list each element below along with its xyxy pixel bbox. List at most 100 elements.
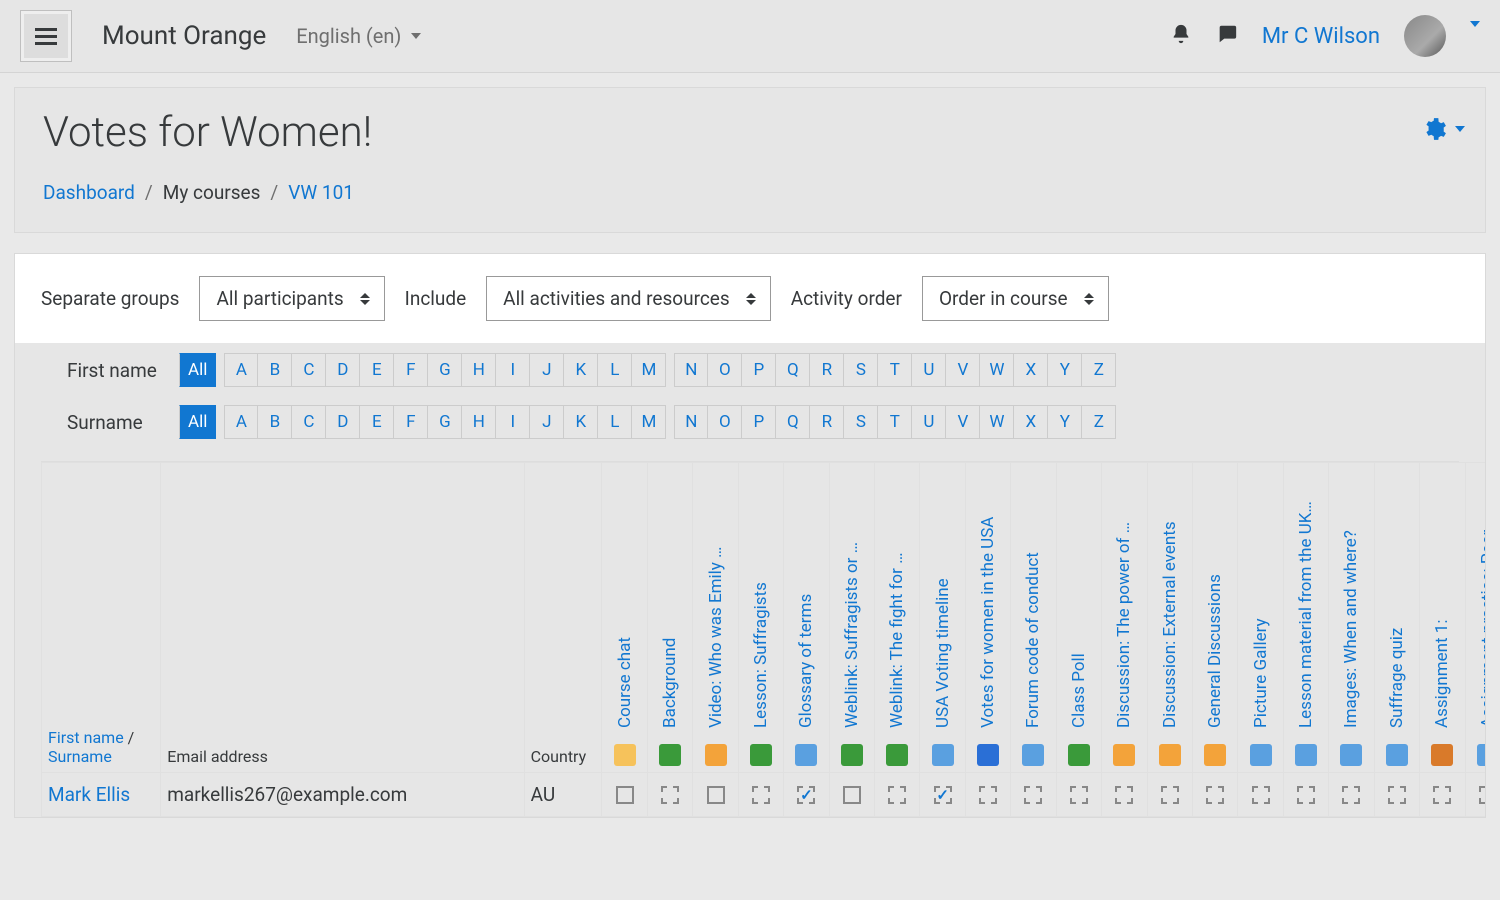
letter-J[interactable]: J — [530, 405, 564, 439]
completion-checkbox[interactable] — [1206, 786, 1224, 804]
letter-E[interactable]: E — [360, 353, 394, 387]
site-brand[interactable]: Mount Orange — [102, 21, 266, 51]
settings-gear-button[interactable] — [1421, 116, 1465, 142]
activity-link[interactable]: Background — [660, 638, 680, 728]
letter-F[interactable]: F — [394, 353, 428, 387]
letter-U[interactable]: U — [912, 405, 946, 439]
letter-M[interactable]: M — [632, 405, 666, 439]
breadcrumb-dashboard[interactable]: Dashboard — [43, 181, 135, 204]
completion-checkbox[interactable] — [1433, 786, 1451, 804]
letter-Z[interactable]: Z — [1082, 405, 1116, 439]
letter-W[interactable]: W — [980, 353, 1014, 387]
sort-firstname[interactable]: First name — [48, 728, 124, 747]
activity-link[interactable]: Votes for women in the USA — [978, 517, 998, 728]
completion-checkbox[interactable] — [1252, 786, 1270, 804]
activity-link[interactable]: Assignment 1: — [1432, 620, 1452, 728]
letter-C[interactable]: C — [292, 353, 326, 387]
sort-surname[interactable]: Surname — [48, 747, 112, 766]
letter-P[interactable]: P — [742, 405, 776, 439]
completion-checkbox[interactable] — [1024, 786, 1042, 804]
activity-link[interactable]: Weblink: The fight for … — [887, 553, 907, 728]
letter-G[interactable]: G — [428, 405, 462, 439]
letter-Q[interactable]: Q — [776, 353, 810, 387]
order-select[interactable]: Order in course — [922, 276, 1109, 321]
completion-checkbox[interactable] — [707, 786, 725, 804]
letter-T[interactable]: T — [878, 405, 912, 439]
completion-checkbox[interactable] — [1479, 786, 1485, 804]
letter-B[interactable]: B — [258, 405, 292, 439]
activity-link[interactable]: Discussion: The power of … — [1114, 522, 1134, 728]
completion-checkbox[interactable] — [934, 786, 952, 804]
letter-S[interactable]: S — [844, 353, 878, 387]
completion-checkbox[interactable] — [1342, 786, 1360, 804]
letter-H[interactable]: H — [462, 353, 496, 387]
activity-link[interactable]: Glossary of terms — [796, 594, 816, 728]
letter-M[interactable]: M — [632, 353, 666, 387]
completion-checkbox[interactable] — [1115, 786, 1133, 804]
letter-V[interactable]: V — [946, 353, 980, 387]
letter-V[interactable]: V — [946, 405, 980, 439]
letter-U[interactable]: U — [912, 353, 946, 387]
completion-checkbox[interactable] — [1161, 786, 1179, 804]
activity-link[interactable]: Assignment practice: Peer … — [1478, 514, 1485, 728]
letter-R[interactable]: R — [810, 353, 844, 387]
letter-O[interactable]: O — [708, 405, 742, 439]
activity-link[interactable]: Images: When and where? — [1341, 530, 1361, 728]
letter-H[interactable]: H — [462, 405, 496, 439]
letter-I[interactable]: I — [496, 405, 530, 439]
letter-K[interactable]: K — [564, 405, 598, 439]
completion-checkbox[interactable] — [843, 786, 861, 804]
completion-checkbox[interactable] — [797, 786, 815, 804]
letter-K[interactable]: K — [564, 353, 598, 387]
messages-icon[interactable] — [1216, 23, 1238, 49]
letter-D[interactable]: D — [326, 405, 360, 439]
letter-B[interactable]: B — [258, 353, 292, 387]
activity-link[interactable]: Video: Who was Emily … — [706, 547, 726, 728]
letter-X[interactable]: X — [1014, 353, 1048, 387]
activity-link[interactable]: Class Poll — [1069, 653, 1089, 728]
letter-J[interactable]: J — [530, 353, 564, 387]
groups-select[interactable]: All participants — [199, 276, 384, 321]
letter-A[interactable]: A — [224, 353, 258, 387]
activity-link[interactable]: Discussion: External events — [1160, 521, 1180, 728]
letter-C[interactable]: C — [292, 405, 326, 439]
student-name-link[interactable]: Mark Ellis — [48, 783, 130, 806]
letter-R[interactable]: R — [810, 405, 844, 439]
letter-Y[interactable]: Y — [1048, 405, 1082, 439]
include-select[interactable]: All activities and resources — [486, 276, 771, 321]
letter-all[interactable]: All — [179, 353, 216, 387]
user-avatar[interactable] — [1404, 15, 1446, 57]
letter-A[interactable]: A — [224, 405, 258, 439]
letter-Y[interactable]: Y — [1048, 353, 1082, 387]
activity-link[interactable]: Forum code of conduct — [1023, 552, 1043, 728]
breadcrumb-course[interactable]: VW 101 — [288, 181, 354, 204]
letter-Z[interactable]: Z — [1082, 353, 1116, 387]
letter-N[interactable]: N — [674, 353, 708, 387]
letter-F[interactable]: F — [394, 405, 428, 439]
letter-I[interactable]: I — [496, 353, 530, 387]
completion-checkbox[interactable] — [888, 786, 906, 804]
letter-all[interactable]: All — [179, 405, 216, 439]
activity-link[interactable]: Suffrage quiz — [1387, 628, 1407, 728]
letter-L[interactable]: L — [598, 353, 632, 387]
activity-link[interactable]: Lesson material from the UK… — [1296, 501, 1316, 728]
activity-link[interactable]: Lesson: Suffragists — [751, 582, 771, 728]
user-name-link[interactable]: Mr C Wilson — [1262, 24, 1380, 49]
completion-checkbox[interactable] — [1297, 786, 1315, 804]
activity-link[interactable]: General Discussions — [1205, 574, 1225, 728]
letter-N[interactable]: N — [674, 405, 708, 439]
letter-O[interactable]: O — [708, 353, 742, 387]
letter-D[interactable]: D — [326, 353, 360, 387]
letter-T[interactable]: T — [878, 353, 912, 387]
hamburger-menu-button[interactable] — [20, 10, 72, 62]
user-menu-toggle[interactable] — [1470, 27, 1480, 46]
activity-link[interactable]: Picture Gallery — [1251, 618, 1271, 728]
language-selector[interactable]: English (en) — [296, 24, 421, 48]
letter-E[interactable]: E — [360, 405, 394, 439]
activity-link[interactable]: Course chat — [615, 637, 635, 728]
completion-checkbox[interactable] — [1388, 786, 1406, 804]
activity-link[interactable]: USA Voting timeline — [933, 578, 953, 728]
letter-Q[interactable]: Q — [776, 405, 810, 439]
completion-checkbox[interactable] — [979, 786, 997, 804]
completion-checkbox[interactable] — [616, 786, 634, 804]
